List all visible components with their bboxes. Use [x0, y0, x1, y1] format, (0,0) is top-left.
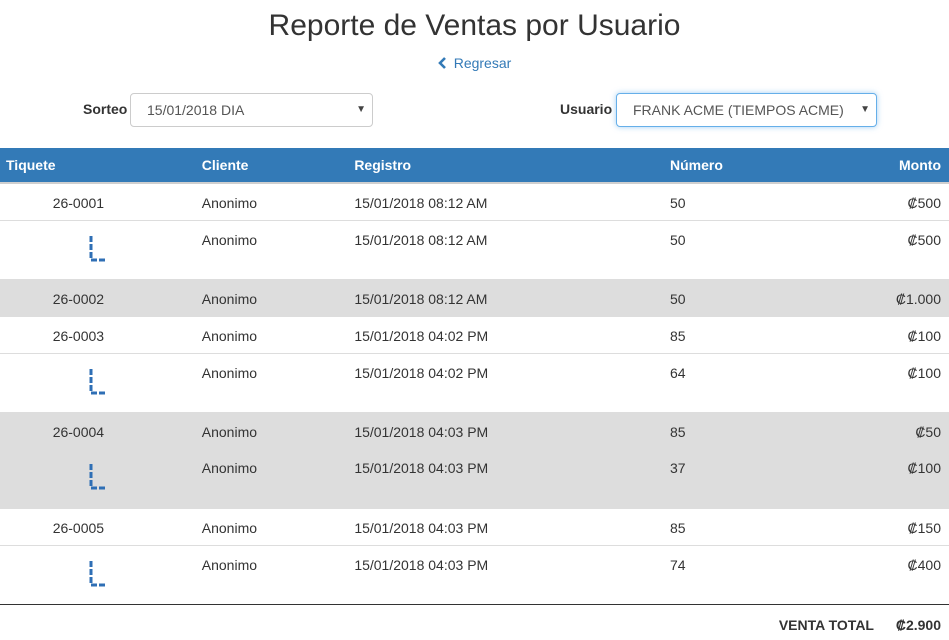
cell-registro: 15/01/2018 08:12 AM	[354, 182, 670, 220]
cell-monto: ₡150	[865, 507, 949, 545]
cell-registro: 15/01/2018 04:03 PM	[354, 544, 670, 604]
table-row: 26-0004 Anonimo 15/01/2018 04:03 PM 85 ₡…	[0, 411, 949, 449]
cell-tiquete: 26-0003	[0, 315, 202, 353]
cell-cliente: Anonimo	[201, 219, 355, 279]
table-subrow: Anonimo 15/01/2018 04:02 PM 64 ₡100	[0, 352, 949, 412]
usuario-select-value: FRANK ACME (TIEMPOS ACME)	[633, 102, 844, 118]
page-title: Reporte de Ventas por Usuario	[268, 9, 681, 42]
cell-tiquete-sub	[0, 544, 202, 604]
cell-cliente: Anonimo	[201, 449, 355, 508]
back-link-label: Regresar	[453, 55, 512, 71]
back-link[interactable]: Regresar	[437, 54, 512, 72]
sorteo-label: Sorteo	[83, 101, 128, 117]
sales-table: Tiquete Cliente Registro Número Monto 26…	[0, 148, 949, 604]
cell-monto: ₡500	[865, 182, 949, 220]
sub-item-corner-icon	[89, 235, 106, 261]
cell-registro: 15/01/2018 08:12 AM	[354, 278, 670, 316]
sub-item-corner-icon	[89, 560, 106, 586]
cell-monto: ₡100	[865, 352, 949, 412]
header-numero: Número	[669, 148, 866, 184]
cell-numero: 37	[669, 449, 866, 508]
caret-down-icon: ▼	[860, 104, 870, 115]
usuario-label: Usuario	[560, 101, 613, 117]
total-label: VENTA TOTAL	[778, 617, 874, 633]
cell-tiquete-sub	[0, 449, 202, 508]
header-cliente: Cliente	[201, 148, 355, 184]
table-subrow: Anonimo 15/01/2018 04:03 PM 74 ₡400	[0, 544, 949, 604]
header-registro: Registro	[354, 148, 670, 184]
cell-cliente: Anonimo	[201, 182, 355, 220]
cell-registro: 15/01/2018 04:02 PM	[354, 315, 670, 353]
cell-registro: 15/01/2018 08:12 AM	[354, 219, 670, 279]
cell-numero: 50	[669, 278, 866, 316]
cell-registro: 15/01/2018 04:03 PM	[354, 507, 670, 545]
chevron-left-icon	[437, 57, 446, 69]
cell-numero: 85	[669, 411, 866, 449]
cell-cliente: Anonimo	[201, 544, 355, 604]
cell-monto: ₡50	[865, 411, 949, 449]
cell-numero: 85	[669, 507, 866, 545]
cell-tiquete: 26-0001	[0, 182, 202, 220]
caret-down-icon: ▼	[356, 104, 366, 115]
table-row: 26-0003 Anonimo 15/01/2018 04:02 PM 85 ₡…	[0, 315, 949, 353]
table-row: 26-0002 Anonimo 15/01/2018 08:12 AM 50 ₡…	[0, 278, 949, 316]
cell-registro: 15/01/2018 04:03 PM	[354, 449, 670, 508]
filters-bar: Sorteo 15/01/2018 DIA ▼ Usuario FRANK AC…	[0, 93, 949, 127]
sorteo-select[interactable]: 15/01/2018 DIA ▼	[130, 93, 373, 127]
cell-monto: ₡1.000	[865, 278, 949, 316]
header-tiquete: Tiquete	[0, 148, 202, 184]
cell-tiquete: 26-0002	[0, 278, 202, 316]
cell-tiquete: 26-0004	[0, 411, 202, 449]
cell-tiquete: 26-0005	[0, 507, 202, 545]
back-link-wrapper: Regresar	[0, 54, 949, 73]
cell-numero: 50	[669, 219, 866, 279]
cell-cliente: Anonimo	[201, 507, 355, 545]
cell-numero: 85	[669, 315, 866, 353]
table-header-row: Tiquete Cliente Registro Número Monto	[0, 148, 949, 184]
cell-numero: 50	[669, 182, 866, 220]
cell-cliente: Anonimo	[201, 352, 355, 412]
total-value: ₡2.900	[895, 617, 941, 633]
cell-tiquete-sub	[0, 219, 202, 279]
cell-cliente: Anonimo	[201, 411, 355, 449]
table-subrow: Anonimo 15/01/2018 08:12 AM 50 ₡500	[0, 219, 949, 279]
cell-numero: 64	[669, 352, 866, 412]
table-subrow: Anonimo 15/01/2018 04:03 PM 37 ₡100	[0, 449, 949, 508]
cell-registro: 15/01/2018 04:03 PM	[354, 411, 670, 449]
cell-registro: 15/01/2018 04:02 PM	[354, 352, 670, 412]
cell-monto: ₡100	[865, 315, 949, 353]
cell-monto: ₡100	[865, 449, 949, 508]
cell-monto: ₡400	[865, 544, 949, 604]
table-row: 26-0001 Anonimo 15/01/2018 08:12 AM 50 ₡…	[0, 182, 949, 220]
sub-item-corner-icon	[89, 368, 106, 394]
sorteo-select-value: 15/01/2018 DIA	[147, 102, 245, 118]
cell-numero: 74	[669, 544, 866, 604]
cell-monto: ₡500	[865, 219, 949, 279]
header-monto: Monto	[865, 148, 949, 184]
cell-cliente: Anonimo	[201, 278, 355, 316]
cell-tiquete-sub	[0, 352, 202, 412]
sub-item-corner-icon	[89, 464, 106, 490]
table-row: 26-0005 Anonimo 15/01/2018 04:03 PM 85 ₡…	[0, 507, 949, 545]
table-footer: VENTA TOTAL ₡2.900	[0, 604, 949, 640]
cell-cliente: Anonimo	[201, 315, 355, 353]
usuario-select[interactable]: FRANK ACME (TIEMPOS ACME) ▼	[616, 93, 877, 127]
